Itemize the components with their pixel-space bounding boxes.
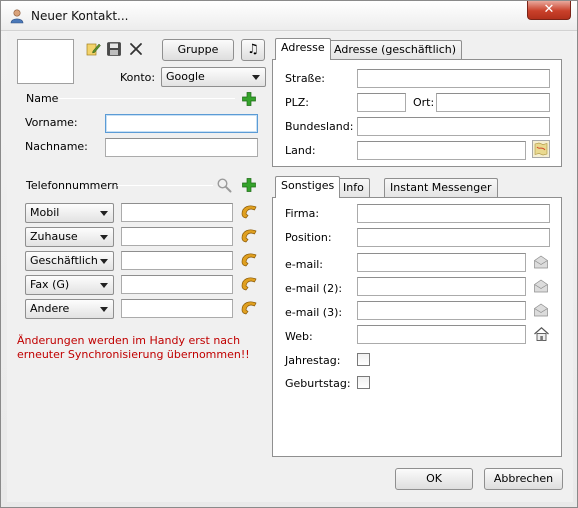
group-button[interactable]: Gruppe xyxy=(162,39,234,61)
sync-warning-line2: erneuter Synchronisierung übernommen!! xyxy=(17,348,250,361)
email-field[interactable] xyxy=(357,253,526,272)
window-title: Neuer Kontakt... xyxy=(31,9,129,23)
phone-type-select[interactable]: Andere xyxy=(25,299,114,319)
country-label: Land: xyxy=(285,144,316,157)
tab-misc[interactable]: Sonstiges xyxy=(275,176,341,198)
ok-button[interactable]: OK xyxy=(395,468,473,490)
phone-type-value: Zuhause xyxy=(30,230,78,243)
chevron-down-icon xyxy=(100,259,108,264)
last-name-label: Nachname: xyxy=(25,140,88,153)
phone-call-icon[interactable] xyxy=(240,251,258,267)
tab-business-address[interactable]: Adresse (geschäftlich) xyxy=(328,40,463,60)
account-select-value: Google xyxy=(166,70,205,83)
save-icon[interactable] xyxy=(106,41,122,57)
phone-type-value: Mobil xyxy=(30,206,60,219)
country-field[interactable] xyxy=(357,141,526,160)
phone-number-field[interactable] xyxy=(121,227,233,246)
birthday-checkbox[interactable] xyxy=(357,376,370,389)
name-section-title: Name xyxy=(26,92,59,105)
phone-section-title: Telefonnummern xyxy=(26,179,119,192)
company-label: Firma: xyxy=(285,207,320,220)
first-name-label: Vorname: xyxy=(25,116,78,129)
web-field[interactable] xyxy=(357,325,526,344)
map-button[interactable] xyxy=(532,140,550,158)
name-section-divider xyxy=(59,98,235,99)
city-field[interactable] xyxy=(436,93,550,112)
dialog-window: Neuer Kontakt... ✕ Gruppe ♫ Konto: Googl… xyxy=(0,0,578,508)
title-bar: Neuer Kontakt... ✕ xyxy=(1,1,577,31)
phone-number-field[interactable] xyxy=(121,203,233,222)
phone-type-value: Geschäftlich xyxy=(30,254,98,267)
phone-type-select[interactable]: Mobil xyxy=(25,203,114,223)
chevron-down-icon xyxy=(252,75,260,80)
chevron-down-icon xyxy=(100,235,108,240)
email-3-label: e-mail (3): xyxy=(285,306,343,319)
email-2-label: e-mail (2): xyxy=(285,282,343,295)
contact-person-icon xyxy=(10,9,24,24)
email-2-field[interactable] xyxy=(357,277,526,296)
position-label: Position: xyxy=(285,231,332,244)
cancel-button[interactable]: Abbrechen xyxy=(484,468,563,490)
zip-field[interactable] xyxy=(357,93,406,112)
chevron-down-icon xyxy=(100,211,108,216)
email-label: e-mail: xyxy=(285,258,324,271)
add-phone-icon[interactable] xyxy=(241,177,257,193)
dialog-body: Gruppe ♫ Konto: Google Name Vorname: Nac… xyxy=(7,32,573,502)
phone-call-icon[interactable] xyxy=(240,275,258,291)
sync-warning-line1: Änderungen werden im Handy erst nach xyxy=(17,334,241,347)
phone-section-divider xyxy=(117,185,213,186)
email-icon[interactable] xyxy=(533,302,549,318)
state-field[interactable] xyxy=(357,117,550,136)
tab-info[interactable]: Info xyxy=(337,178,370,198)
tab-instant-messenger[interactable]: Instant Messenger xyxy=(384,178,498,198)
account-label: Konto: xyxy=(120,71,156,84)
email-3-field[interactable] xyxy=(357,301,526,320)
chevron-down-icon xyxy=(100,307,108,312)
add-name-icon[interactable] xyxy=(241,91,257,107)
anniversary-checkbox[interactable] xyxy=(357,353,370,366)
edit-photo-icon[interactable] xyxy=(85,41,101,57)
company-field[interactable] xyxy=(357,204,550,223)
birthday-label: Geburtstag: xyxy=(285,377,351,390)
phone-type-value: Fax (G) xyxy=(30,278,70,291)
phone-number-field[interactable] xyxy=(121,275,233,294)
search-icon[interactable] xyxy=(216,177,232,193)
sync-warning: Änderungen werden im Handy erst nach ern… xyxy=(17,334,250,362)
position-field[interactable] xyxy=(357,228,550,247)
street-label: Straße: xyxy=(285,72,325,85)
phone-type-select[interactable]: Zuhause xyxy=(25,227,114,247)
first-name-field[interactable] xyxy=(105,114,258,133)
tab-address[interactable]: Adresse xyxy=(275,38,331,60)
phone-call-icon[interactable] xyxy=(240,203,258,219)
map-icon xyxy=(534,142,548,156)
contact-photo[interactable] xyxy=(17,39,74,84)
street-field[interactable] xyxy=(357,69,550,88)
email-icon[interactable] xyxy=(533,254,549,270)
web-label: Web: xyxy=(285,330,313,343)
state-label: Bundesland: xyxy=(285,120,354,133)
close-button[interactable]: ✕ xyxy=(527,1,571,20)
phone-type-value: Andere xyxy=(30,302,70,315)
phone-number-field[interactable] xyxy=(121,299,233,318)
last-name-field[interactable] xyxy=(105,138,258,157)
ringtone-button[interactable]: ♫ xyxy=(241,39,265,61)
zip-label: PLZ: xyxy=(285,96,310,109)
account-select[interactable]: Google xyxy=(161,67,266,87)
chevron-down-icon xyxy=(100,283,108,288)
phone-call-icon[interactable] xyxy=(240,299,258,315)
anniversary-label: Jahrestag: xyxy=(285,354,341,367)
home-icon[interactable] xyxy=(533,326,550,342)
phone-call-icon[interactable] xyxy=(240,227,258,243)
phone-number-field[interactable] xyxy=(121,251,233,270)
email-icon[interactable] xyxy=(533,278,549,294)
phone-type-select[interactable]: Fax (G) xyxy=(25,275,114,295)
phone-type-select[interactable]: Geschäftlich xyxy=(25,251,114,271)
delete-photo-icon[interactable] xyxy=(128,41,144,57)
city-label: Ort: xyxy=(413,96,435,109)
